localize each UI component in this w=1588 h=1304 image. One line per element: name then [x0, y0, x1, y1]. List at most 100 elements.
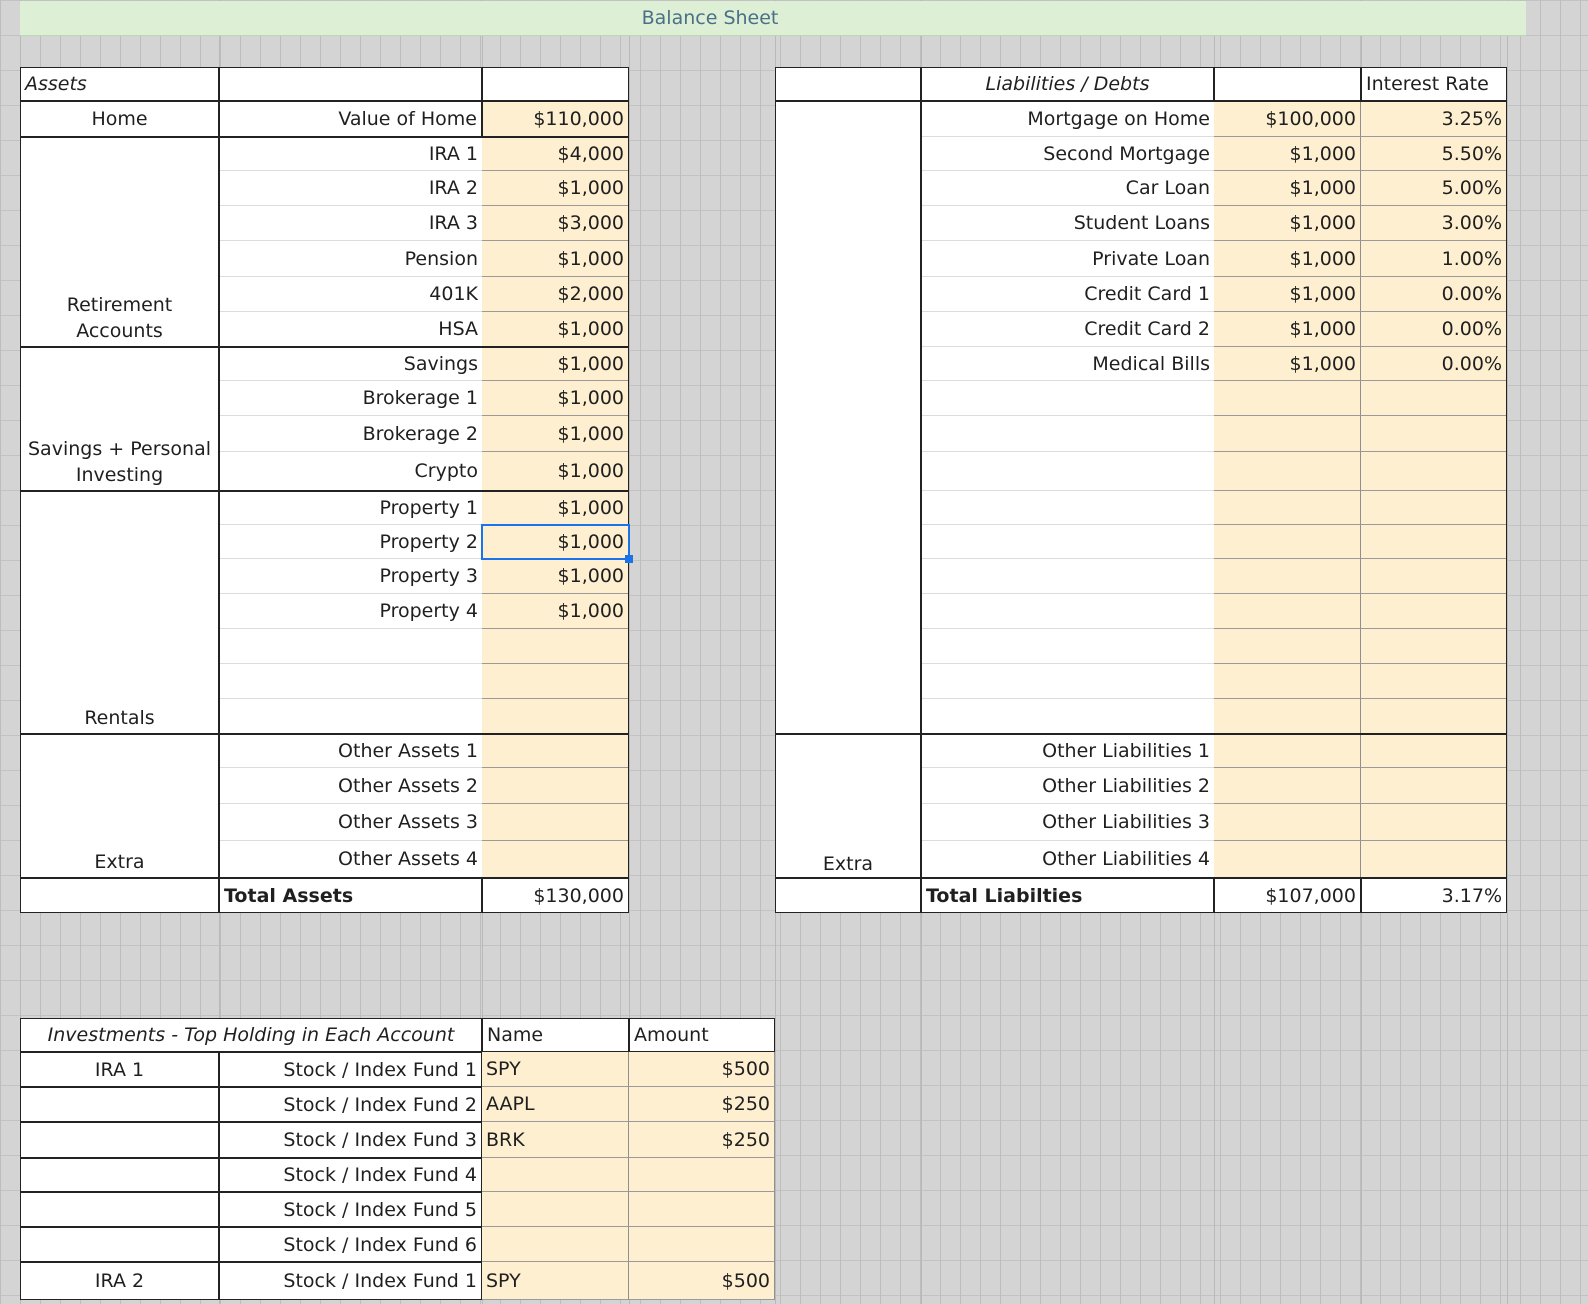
liability-label[interactable]: Medical Bills	[921, 347, 1214, 381]
liability-label[interactable]	[921, 559, 1214, 594]
liability-label[interactable]: Mortgage on Home	[921, 101, 1214, 137]
liability-value[interactable]	[1214, 381, 1361, 416]
liability-rate[interactable]: 5.00%	[1361, 171, 1507, 206]
liability-label[interactable]	[921, 381, 1214, 416]
asset-label[interactable]: Savings	[219, 347, 482, 381]
asset-label[interactable]: Pension	[219, 241, 482, 277]
asset-value[interactable]	[482, 629, 629, 664]
asset-label[interactable]: Other Assets 1	[219, 734, 482, 768]
liability-label[interactable]	[921, 525, 1214, 559]
liabilities-group-blank[interactable]	[775, 101, 921, 734]
investment-name[interactable]: AAPL	[482, 1087, 629, 1122]
assets-header[interactable]: Assets	[20, 67, 219, 101]
investment-label[interactable]: Stock / Index Fund 5	[219, 1192, 482, 1227]
asset-value[interactable]: $3,000	[482, 206, 629, 241]
asset-label[interactable]: IRA 3	[219, 206, 482, 241]
asset-label[interactable]: Property 2	[219, 525, 482, 559]
liability-rate[interactable]: 5.50%	[1361, 137, 1507, 171]
asset-label[interactable]: Property 3	[219, 559, 482, 594]
liabilities-header-cell-g[interactable]	[1214, 67, 1361, 101]
liability-label[interactable]	[921, 664, 1214, 699]
liability-value[interactable]	[1214, 699, 1361, 734]
investment-account[interactable]	[20, 1122, 219, 1158]
investments-name-header[interactable]: Name	[482, 1018, 629, 1052]
investment-name[interactable]	[482, 1227, 629, 1262]
liability-label[interactable]	[921, 629, 1214, 664]
liability-rate[interactable]	[1361, 699, 1507, 734]
liability-rate[interactable]	[1361, 664, 1507, 699]
assets-total-cell-a[interactable]	[20, 878, 219, 913]
liability-rate[interactable]	[1361, 841, 1507, 878]
liability-label[interactable]	[921, 452, 1214, 491]
investment-amount[interactable]	[629, 1227, 775, 1262]
title-band[interactable]: Balance Sheet	[20, 1, 1526, 36]
group-rentals[interactable]: Rentals	[20, 491, 219, 734]
liabilities-total-label[interactable]: Total Liabilties	[921, 878, 1214, 913]
asset-label[interactable]: IRA 2	[219, 171, 482, 206]
liability-rate[interactable]	[1361, 559, 1507, 594]
investment-amount[interactable]: $500	[629, 1052, 775, 1087]
liability-value[interactable]	[1214, 559, 1361, 594]
group-extra-assets[interactable]: Extra	[20, 734, 219, 878]
liability-rate[interactable]	[1361, 768, 1507, 804]
investment-amount[interactable]	[629, 1158, 775, 1192]
asset-label[interactable]	[219, 699, 482, 734]
liability-rate[interactable]	[1361, 594, 1507, 629]
liability-rate[interactable]: 3.00%	[1361, 206, 1507, 241]
liability-value[interactable]	[1214, 491, 1361, 525]
group-savings-personal-investing[interactable]: Savings + Personal Investing	[20, 347, 219, 491]
liability-rate[interactable]	[1361, 452, 1507, 491]
liability-label[interactable]: Credit Card 2	[921, 312, 1214, 347]
asset-value[interactable]	[482, 841, 629, 878]
assets-total-value[interactable]: $130,000	[482, 878, 629, 913]
investment-name[interactable]	[482, 1192, 629, 1227]
asset-value[interactable]: $1,000	[482, 381, 629, 416]
asset-value[interactable]: $1,000	[482, 171, 629, 206]
investment-name[interactable]: SPY	[482, 1052, 629, 1087]
asset-value[interactable]: $1,000	[482, 347, 629, 381]
asset-value[interactable]	[482, 734, 629, 768]
liability-label[interactable]: Other Liabilities 1	[921, 734, 1214, 768]
group-home[interactable]: Home	[20, 101, 219, 137]
liability-label[interactable]: Credit Card 1	[921, 277, 1214, 312]
asset-value[interactable]: $1,000	[482, 525, 629, 559]
interest-rate-header[interactable]: Interest Rate	[1361, 67, 1507, 101]
asset-value[interactable]	[482, 804, 629, 841]
liability-label[interactable]: Private Loan	[921, 241, 1214, 277]
liability-label[interactable]: Car Loan	[921, 171, 1214, 206]
investment-account[interactable]	[20, 1192, 219, 1227]
liability-value[interactable]	[1214, 594, 1361, 629]
group-extra-liabilities[interactable]: Extra	[775, 734, 921, 878]
liability-rate[interactable]: 0.00%	[1361, 312, 1507, 347]
asset-value[interactable]	[482, 664, 629, 699]
liability-value[interactable]: $1,000	[1214, 206, 1361, 241]
liabilities-total-value[interactable]: $107,000	[1214, 878, 1361, 913]
asset-label[interactable]: Brokerage 1	[219, 381, 482, 416]
liability-label[interactable]	[921, 699, 1214, 734]
asset-label[interactable]: HSA	[219, 312, 482, 347]
investment-account[interactable]	[20, 1227, 219, 1262]
investment-amount[interactable]: $500	[629, 1262, 775, 1300]
liability-value[interactable]: $1,000	[1214, 347, 1361, 381]
assets-total-label[interactable]: Total Assets	[219, 878, 482, 913]
group-retirement-accounts[interactable]: Retirement Accounts	[20, 137, 219, 347]
liability-value[interactable]	[1214, 804, 1361, 841]
asset-label[interactable]: Other Assets 2	[219, 768, 482, 804]
fill-handle[interactable]	[625, 555, 633, 563]
investment-account[interactable]: IRA 1	[20, 1052, 219, 1087]
liabilities-header-cell-e[interactable]	[775, 67, 921, 101]
investment-amount[interactable]: $250	[629, 1122, 775, 1158]
asset-value[interactable]: $1,000	[482, 452, 629, 491]
asset-value[interactable]: $4,000	[482, 137, 629, 171]
liability-rate[interactable]	[1361, 734, 1507, 768]
liability-value[interactable]	[1214, 416, 1361, 452]
investment-account[interactable]	[20, 1087, 219, 1122]
investment-name[interactable]: SPY	[482, 1262, 629, 1300]
investment-account[interactable]: IRA 2	[20, 1262, 219, 1300]
liability-label[interactable]: Student Loans	[921, 206, 1214, 241]
liability-rate[interactable]	[1361, 381, 1507, 416]
liability-value[interactable]: $100,000	[1214, 101, 1361, 137]
liability-value[interactable]: $1,000	[1214, 171, 1361, 206]
investments-amount-header[interactable]: Amount	[629, 1018, 775, 1052]
investment-label[interactable]: Stock / Index Fund 3	[219, 1122, 482, 1158]
